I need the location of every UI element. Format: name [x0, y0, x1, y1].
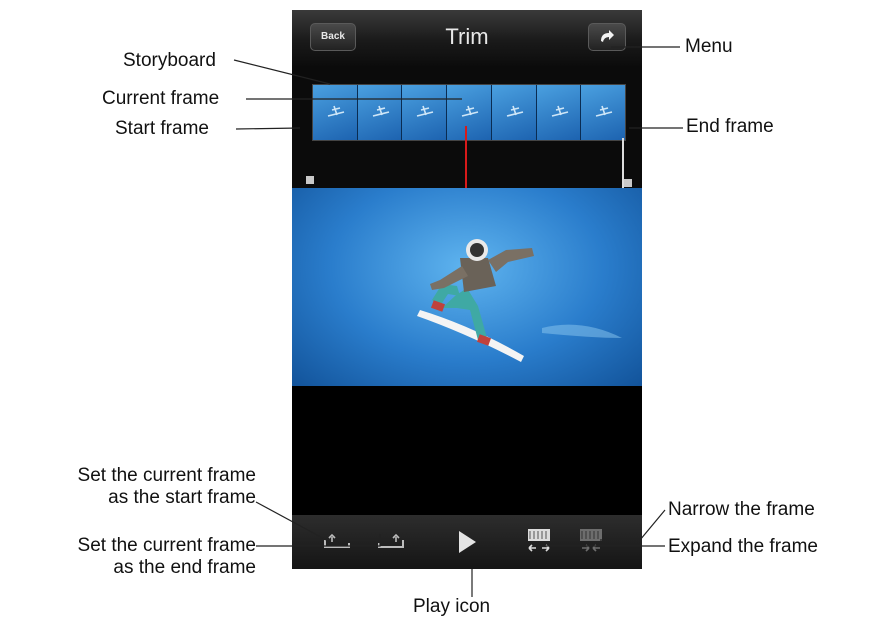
callout-set-start-line1: Set the current frame	[77, 465, 256, 486]
callout-set-start: Set the current frame as the start frame	[4, 465, 256, 509]
callout-set-end: Set the current frame as the end frame	[4, 535, 256, 579]
callout-current-frame: Current frame	[102, 88, 220, 109]
callout-end-frame: End frame	[686, 116, 774, 137]
callout-storyboard: Storyboard	[123, 50, 216, 71]
callout-set-start-line2: as the start frame	[108, 487, 256, 508]
callout-narrow: Narrow the frame	[668, 499, 815, 520]
callout-start-frame: Start frame	[115, 118, 209, 139]
callout-play: Play icon	[413, 596, 491, 617]
callout-expand: Expand the frame	[668, 536, 818, 557]
callout-menu: Menu	[685, 36, 733, 57]
callout-set-end-line1: Set the current frame	[77, 535, 256, 556]
callout-set-end-line2: as the end frame	[113, 557, 256, 578]
